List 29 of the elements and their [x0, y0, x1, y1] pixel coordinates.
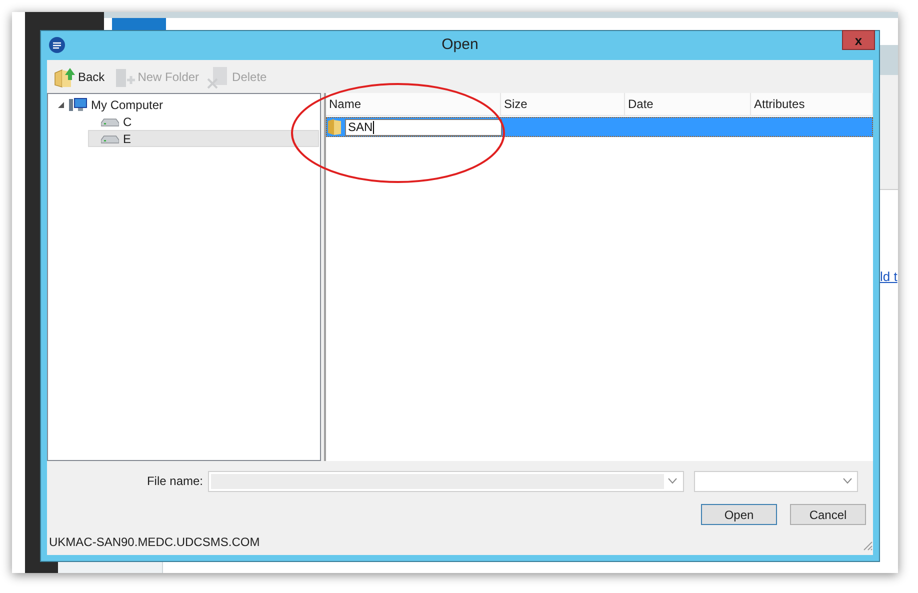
column-header[interactable]: Date	[625, 93, 751, 115]
tree-item[interactable]: My Computer	[56, 96, 319, 113]
link[interactable]: ld t	[880, 267, 898, 286]
column-header[interactable]: Attributes	[751, 93, 873, 115]
file-name-label: File name:	[146, 473, 204, 490]
window-title: Open	[442, 35, 478, 56]
expander-icon[interactable]	[57, 100, 65, 108]
column-header[interactable]: Name	[326, 93, 501, 115]
tree-item[interactable]: E	[88, 130, 319, 147]
chevron-down-icon	[668, 478, 677, 484]
file-row[interactable]: SAN	[326, 117, 873, 137]
column-header[interactable]: Size	[501, 93, 625, 115]
dialog-button[interactable]: Open	[701, 504, 777, 525]
file-type-combobox[interactable]	[694, 470, 858, 492]
drive-icon	[101, 134, 119, 144]
dialog-button[interactable]: Cancel	[790, 504, 866, 525]
resize-grip-icon[interactable]	[862, 540, 873, 551]
app-icon	[49, 37, 65, 53]
delete-icon	[207, 64, 230, 88]
chevron-down-icon	[843, 478, 852, 484]
file-name-combobox[interactable]	[208, 470, 684, 492]
computer-icon	[69, 98, 87, 112]
status-text: UKMAC-SAN90.MEDC.UDCSMS.COM	[49, 534, 260, 551]
folder-icon	[328, 119, 342, 135]
close-button[interactable]: x	[842, 30, 875, 50]
tree-item[interactable]: C	[88, 113, 319, 130]
rename-field[interactable]: SAN	[345, 118, 502, 136]
drive-icon	[101, 116, 119, 126]
toolbar-button[interactable]: Back	[53, 64, 105, 88]
